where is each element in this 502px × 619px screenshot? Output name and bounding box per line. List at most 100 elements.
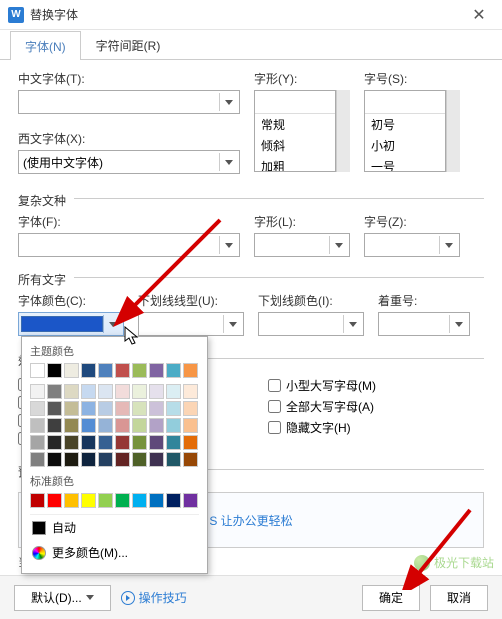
- color-swatch[interactable]: [115, 493, 130, 508]
- color-swatch[interactable]: [166, 418, 181, 433]
- color-swatch[interactable]: [149, 452, 164, 467]
- color-swatch[interactable]: [149, 493, 164, 508]
- color-swatch[interactable]: [81, 363, 96, 378]
- color-swatch[interactable]: [81, 493, 96, 508]
- color-swatch[interactable]: [64, 418, 79, 433]
- font-color-combo[interactable]: [18, 312, 124, 336]
- color-swatch[interactable]: [30, 452, 45, 467]
- color-swatch[interactable]: [115, 435, 130, 450]
- checkbox-allcaps[interactable]: [268, 400, 281, 413]
- color-swatch[interactable]: [30, 401, 45, 416]
- color-swatch[interactable]: [47, 435, 62, 450]
- color-swatch[interactable]: [149, 384, 164, 399]
- tab-spacing[interactable]: 字符间距(R): [81, 30, 176, 59]
- checkbox-hidden[interactable]: [268, 421, 281, 434]
- color-swatch[interactable]: [166, 401, 181, 416]
- style-listbox[interactable]: 常规 倾斜 加粗: [254, 90, 336, 172]
- complex-font-combo[interactable]: [18, 233, 240, 257]
- color-swatch[interactable]: [115, 363, 130, 378]
- list-item[interactable]: 倾斜: [255, 135, 335, 156]
- scrollbar[interactable]: [336, 90, 350, 172]
- underline-style-combo[interactable]: [138, 312, 244, 336]
- color-swatch[interactable]: [98, 435, 113, 450]
- color-swatch[interactable]: [98, 418, 113, 433]
- color-swatch[interactable]: [166, 435, 181, 450]
- color-swatch[interactable]: [64, 363, 79, 378]
- color-swatch[interactable]: [81, 384, 96, 399]
- color-swatch[interactable]: [166, 363, 181, 378]
- color-swatch[interactable]: [47, 493, 62, 508]
- color-swatch[interactable]: [30, 435, 45, 450]
- color-swatch[interactable]: [64, 493, 79, 508]
- color-swatch[interactable]: [98, 493, 113, 508]
- emphasis-combo[interactable]: [378, 312, 470, 336]
- color-swatch[interactable]: [115, 384, 130, 399]
- latin-font-combo[interactable]: (使用中文字体): [18, 150, 240, 174]
- color-swatch[interactable]: [81, 452, 96, 467]
- list-item[interactable]: 常规: [255, 114, 335, 135]
- color-swatch[interactable]: [30, 384, 45, 399]
- color-swatch[interactable]: [30, 493, 45, 508]
- color-swatch[interactable]: [183, 452, 198, 467]
- color-swatch[interactable]: [47, 452, 62, 467]
- color-swatch[interactable]: [115, 418, 130, 433]
- color-swatch[interactable]: [183, 363, 198, 378]
- color-swatch[interactable]: [183, 401, 198, 416]
- color-swatch[interactable]: [30, 418, 45, 433]
- color-swatch[interactable]: [81, 401, 96, 416]
- color-swatch[interactable]: [30, 363, 45, 378]
- color-swatch[interactable]: [132, 493, 147, 508]
- list-item[interactable]: 一号: [365, 156, 445, 172]
- color-swatch[interactable]: [166, 452, 181, 467]
- scrollbar[interactable]: [446, 90, 460, 172]
- color-swatch[interactable]: [149, 401, 164, 416]
- color-swatch[interactable]: [132, 452, 147, 467]
- color-swatch[interactable]: [132, 418, 147, 433]
- color-swatch[interactable]: [47, 363, 62, 378]
- color-swatch[interactable]: [64, 435, 79, 450]
- color-swatch[interactable]: [183, 493, 198, 508]
- complex-style-combo[interactable]: [254, 233, 350, 257]
- default-button[interactable]: 默认(D)...: [14, 585, 111, 611]
- color-swatch[interactable]: [64, 452, 79, 467]
- color-swatch[interactable]: [47, 401, 62, 416]
- color-swatch[interactable]: [98, 384, 113, 399]
- underline-color-combo[interactable]: [258, 312, 364, 336]
- close-button[interactable]: ✕: [464, 0, 494, 30]
- color-swatch[interactable]: [183, 435, 198, 450]
- color-swatch[interactable]: [132, 384, 147, 399]
- cancel-button[interactable]: 取消: [430, 585, 488, 611]
- color-swatch[interactable]: [183, 384, 198, 399]
- checkbox-smallcaps[interactable]: [268, 379, 281, 392]
- color-swatch[interactable]: [115, 401, 130, 416]
- complex-size-combo[interactable]: [364, 233, 460, 257]
- color-swatch[interactable]: [47, 384, 62, 399]
- color-swatch[interactable]: [115, 452, 130, 467]
- tips-link[interactable]: 操作技巧: [121, 589, 187, 606]
- color-swatch[interactable]: [98, 401, 113, 416]
- list-item[interactable]: 加粗: [255, 156, 335, 172]
- color-swatch[interactable]: [166, 493, 181, 508]
- color-swatch[interactable]: [81, 418, 96, 433]
- color-swatch[interactable]: [98, 363, 113, 378]
- cn-font-combo[interactable]: [18, 90, 240, 114]
- color-swatch[interactable]: [81, 435, 96, 450]
- size-listbox[interactable]: 初号 小初 一号: [364, 90, 446, 172]
- color-swatch[interactable]: [149, 418, 164, 433]
- auto-color-option[interactable]: 自动: [30, 514, 199, 540]
- more-colors-option[interactable]: 更多颜色(M)...: [30, 540, 199, 565]
- color-swatch[interactable]: [149, 435, 164, 450]
- color-swatch[interactable]: [166, 384, 181, 399]
- color-swatch[interactable]: [132, 363, 147, 378]
- color-swatch[interactable]: [149, 363, 164, 378]
- list-item[interactable]: 初号: [365, 114, 445, 135]
- color-swatch[interactable]: [64, 401, 79, 416]
- color-swatch[interactable]: [47, 418, 62, 433]
- color-swatch[interactable]: [183, 418, 198, 433]
- tab-font[interactable]: 字体(N): [10, 31, 81, 60]
- color-swatch[interactable]: [132, 435, 147, 450]
- ok-button[interactable]: 确定: [362, 585, 420, 611]
- color-swatch[interactable]: [64, 384, 79, 399]
- color-swatch[interactable]: [132, 401, 147, 416]
- color-swatch[interactable]: [98, 452, 113, 467]
